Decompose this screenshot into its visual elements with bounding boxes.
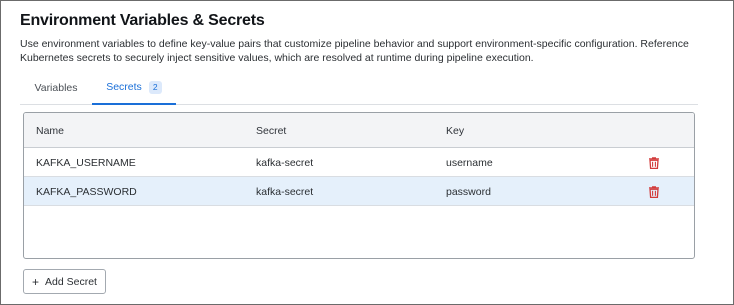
column-header-secret: Secret	[256, 124, 287, 137]
table-row: KAFKA_PASSWORD kafka-secret password	[24, 177, 694, 206]
tab-bar: Variables Secrets 2	[20, 71, 698, 105]
plus-icon: +	[32, 274, 40, 289]
env-secrets-panel: Environment Variables & Secrets Use envi…	[0, 0, 734, 305]
delete-row-button[interactable]	[646, 148, 662, 177]
column-header-name: Name	[36, 124, 65, 137]
tab-variables[interactable]: Variables	[20, 71, 92, 105]
table-row: KAFKA_USERNAME kafka-secret username	[24, 148, 694, 177]
secrets-count-badge: 2	[148, 80, 162, 94]
cell-key: username	[446, 156, 493, 169]
tab-secrets[interactable]: Secrets 2	[92, 71, 176, 105]
add-secret-label: Add Secret	[45, 275, 97, 288]
page-description: Use environment variables to define key-…	[20, 38, 689, 64]
cell-key: password	[446, 185, 491, 198]
cell-secret: kafka-secret	[256, 156, 314, 169]
column-header-key: Key	[446, 124, 465, 137]
add-secret-button[interactable]: + Add Secret	[23, 269, 106, 294]
trash-icon[interactable]	[648, 185, 660, 198]
cell-secret: kafka-secret	[256, 185, 314, 198]
cell-name: KAFKA_USERNAME	[36, 156, 136, 169]
trash-icon[interactable]	[648, 156, 660, 169]
cell-name: KAFKA_PASSWORD	[36, 185, 137, 198]
delete-row-button[interactable]	[646, 177, 662, 206]
tab-variables-label: Variables	[34, 82, 78, 94]
secrets-table: Name Secret Key KAFKA_USERNAME kafka-sec…	[23, 112, 695, 259]
table-header: Name Secret Key	[24, 113, 694, 148]
page-title: Environment Variables & Secrets	[20, 12, 265, 29]
tab-secrets-label: Secrets	[106, 81, 142, 93]
